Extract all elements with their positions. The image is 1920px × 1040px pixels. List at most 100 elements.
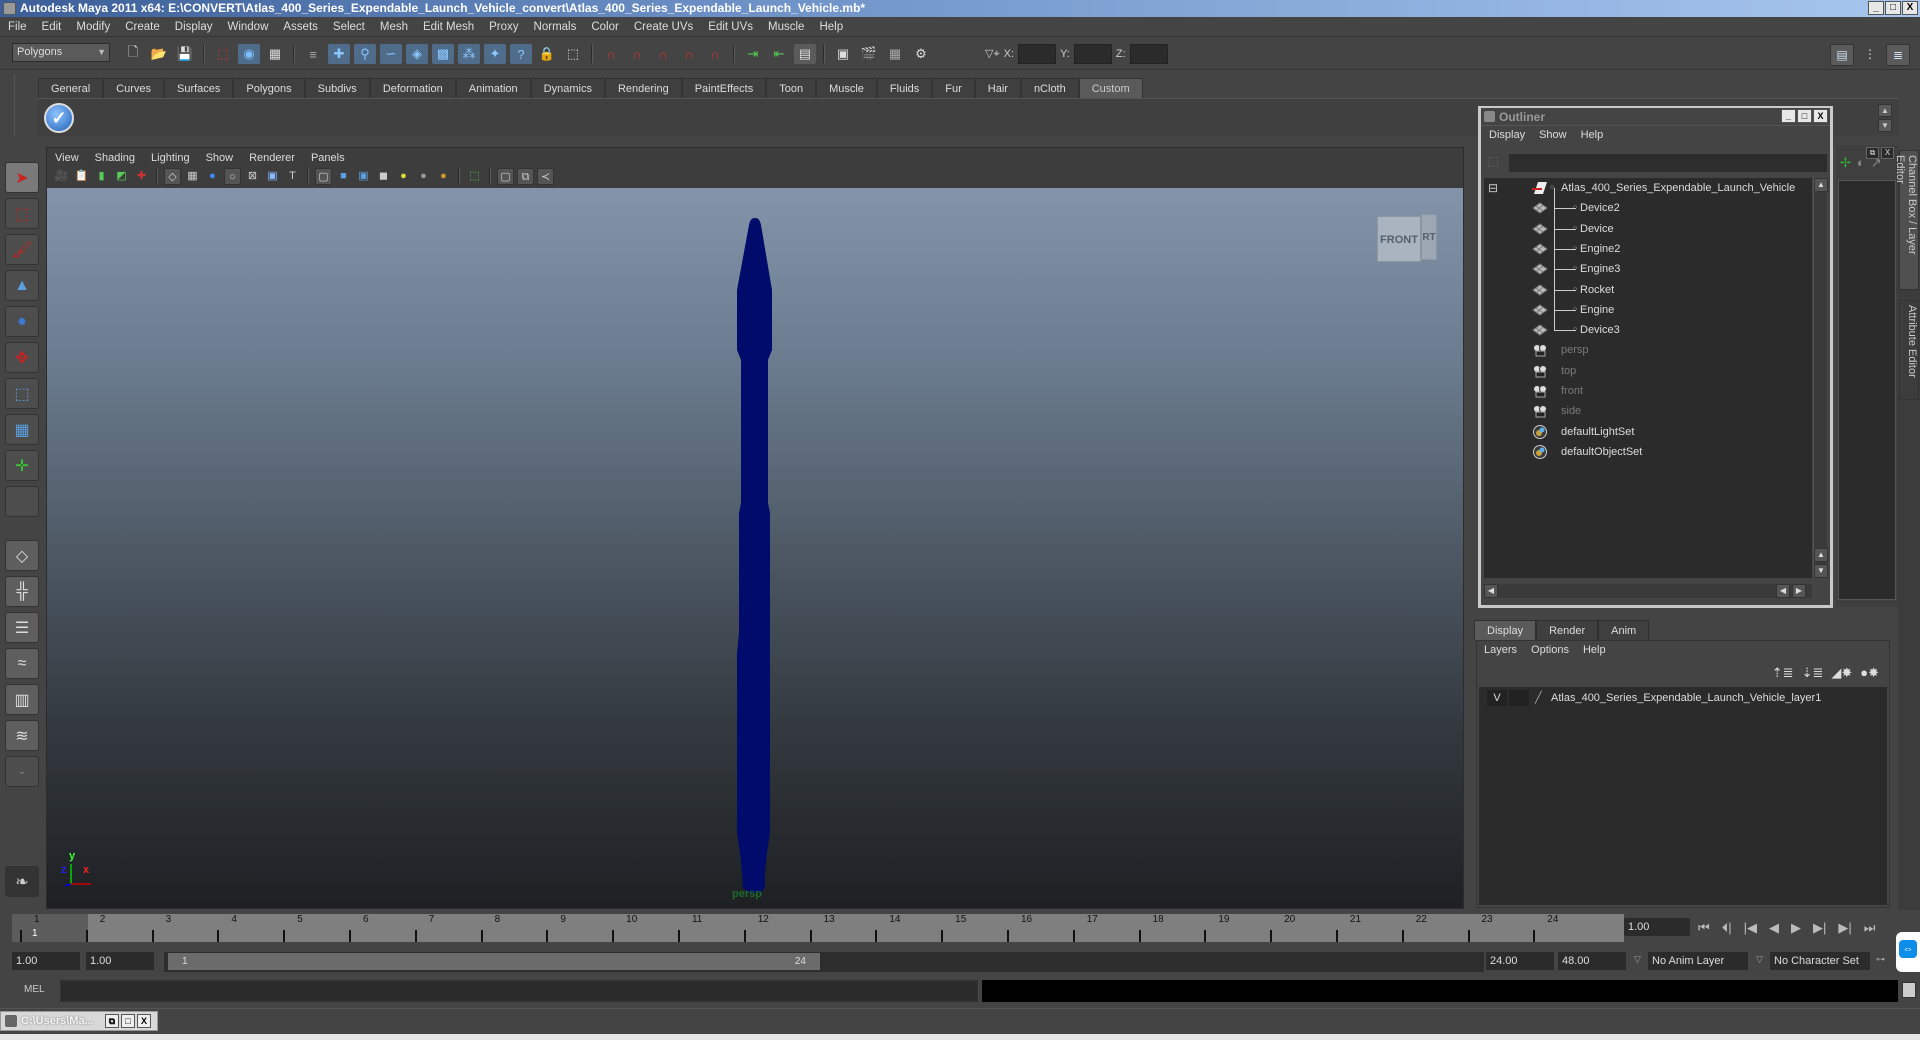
safe-title-icon[interactable]: T — [284, 168, 301, 185]
shelf-tab-dynamics[interactable]: Dynamics — [530, 78, 605, 98]
view-cube[interactable]: FRONT RT — [1377, 210, 1437, 266]
layer-menu-help[interactable]: Help — [1583, 641, 1606, 659]
outliner-item[interactable]: ○ Device — [1484, 208, 1804, 239]
menu-edit-mesh[interactable]: Edit Mesh — [423, 21, 474, 33]
select-misc-icon[interactable]: ? — [510, 44, 532, 64]
ipr-render-icon[interactable]: ▦ — [884, 44, 906, 64]
shelf-tab-polygons[interactable]: Polygons — [233, 78, 305, 98]
y-field[interactable] — [1073, 44, 1112, 64]
isolate-select-icon[interactable]: ⬚ — [466, 168, 483, 185]
layer-name[interactable]: Atlas_400_Series_Expendable_Launch_Vehic… — [1551, 689, 1821, 707]
scroll-left-icon[interactable]: ◀ — [1776, 584, 1790, 598]
shelf-tab-surfaces[interactable]: Surfaces — [163, 78, 234, 98]
chevron-down-icon[interactable]: ▽ — [1634, 954, 1641, 965]
bookmarks-icon[interactable]: ▮ — [93, 168, 110, 185]
select-joints-icon[interactable]: ⚲ — [354, 44, 376, 64]
script-language-label[interactable]: MEL — [24, 984, 45, 995]
persp-graph-layout-icon[interactable]: ≈ — [5, 648, 39, 679]
persp-outliner-graph-layout-icon[interactable]: ≋ — [5, 720, 39, 751]
shelf-tab-rendering[interactable]: Rendering — [604, 78, 682, 98]
menu-muscle[interactable]: Muscle — [768, 21, 804, 33]
shelf-tab-fur[interactable]: Fur — [932, 78, 975, 98]
lasso-tool-icon[interactable]: ⬚ — [5, 198, 39, 229]
use-all-lights-icon[interactable]: ● — [395, 168, 412, 185]
playback-start-field[interactable]: 1.00 — [86, 952, 154, 970]
anim-layer-dropdown[interactable]: No Anim Layer — [1648, 952, 1748, 970]
go-to-start-icon[interactable]: ⏮ — [1698, 920, 1710, 936]
outliner-item[interactable]: side — [1484, 401, 1804, 421]
input-ops-icon[interactable]: ⇥ — [742, 44, 764, 64]
3d-viewport[interactable]: FRONT RT y x z persp — [47, 188, 1463, 908]
select-by-hierarchy-icon[interactable]: ⬚ — [212, 44, 234, 64]
grid-toggle-icon[interactable]: ◇ — [164, 167, 181, 185]
play-backwards-icon[interactable]: ◀ — [1769, 920, 1779, 936]
new-scene-icon[interactable]: 🗋 — [122, 44, 144, 64]
outliner-minimize-button[interactable]: _ — [1781, 109, 1796, 123]
menu-edit[interactable]: Edit — [42, 21, 62, 33]
scale-tool-icon[interactable]: ✥ — [5, 342, 39, 373]
outliner-item[interactable]: ○ Engine — [1484, 289, 1804, 320]
menu-modify[interactable]: Modify — [76, 21, 110, 33]
scroll-down-icon[interactable]: ▼ — [1814, 564, 1828, 578]
x-field[interactable] — [1018, 44, 1057, 64]
range-slider-thumb[interactable]: 1 24 — [168, 953, 820, 970]
z-field[interactable] — [1129, 44, 1168, 64]
four-view-layout-icon[interactable]: ╬ — [5, 576, 39, 607]
outliner-item[interactable]: ⊟ ○ Atlas_400_Series_Expendable_Launch_Veh… — [1484, 178, 1804, 198]
new-empty-layer-icon[interactable]: ◢✸ — [1831, 665, 1852, 681]
filter-options-icon[interactable]: ⬚ — [1485, 154, 1501, 172]
scroll-up-icon[interactable]: ▲ — [1814, 548, 1828, 562]
checkmark-icon[interactable]: ✓ — [44, 103, 74, 133]
step-forward-key-icon[interactable]: ▶| — [1813, 920, 1826, 936]
layer-display-type-toggle[interactable] — [1509, 690, 1529, 706]
menu-select[interactable]: Select — [333, 21, 365, 33]
more-layouts-icon[interactable]: ⌄ — [5, 756, 39, 787]
snap-curve-icon[interactable]: ∩ — [626, 44, 648, 64]
camera-attributes-icon[interactable]: 📋 — [73, 168, 90, 185]
layer-color-swatch[interactable]: ╱ — [1535, 689, 1542, 707]
safe-action-icon[interactable]: ▣ — [264, 168, 281, 185]
layer-menu-options[interactable]: Options — [1531, 641, 1569, 659]
render-settings-icon[interactable]: ⚙ — [910, 44, 932, 64]
outliner-item[interactable]: ○ Engine3 — [1484, 249, 1804, 279]
minimize-button[interactable]: _ — [1868, 1, 1884, 15]
maximize-icon[interactable]: □ — [121, 1014, 135, 1028]
shelf-tab-custom[interactable]: Custom — [1078, 78, 1143, 98]
outliner-menu-help[interactable]: Help — [1581, 126, 1604, 144]
select-by-object-icon[interactable]: ◉ — [238, 44, 260, 64]
step-back-key-icon[interactable]: |◀ — [1744, 920, 1757, 936]
outliner-item[interactable]: defaultLightSet — [1484, 422, 1804, 442]
tab-channel-box-layer-editor[interactable]: Channel Box / Layer Editor — [1894, 150, 1919, 290]
view-cube-front[interactable]: FRONT — [1377, 216, 1421, 262]
select-deformations-icon[interactable]: ▩ — [432, 44, 454, 64]
hypershade-persp-layout-icon[interactable]: ▥ — [5, 684, 39, 715]
outliner-item[interactable]: persp — [1484, 340, 1804, 360]
maximize-button[interactable]: □ — [1885, 1, 1901, 15]
step-back-frame-icon[interactable]: ⏴| — [1722, 920, 1732, 936]
auto-key-icon[interactable]: ⊶ — [1876, 954, 1885, 965]
menu-help[interactable]: Help — [819, 21, 843, 33]
outliner-item[interactable]: ○ Device2 — [1484, 188, 1804, 218]
vp-menu-show[interactable]: Show — [206, 150, 234, 166]
snap-view-plane-icon[interactable]: ∩ — [678, 44, 700, 64]
textured-icon[interactable]: ◼ — [375, 168, 392, 185]
animation-start-field[interactable]: 1.00 — [12, 952, 80, 970]
view-cube-right[interactable]: RT — [1421, 214, 1437, 260]
menu-normals[interactable]: Normals — [534, 21, 577, 33]
single-perspective-layout-icon[interactable]: ◇ — [5, 540, 39, 571]
minimized-window-button[interactable]: C:\Users\Ma... ⧉ □ X — [0, 1011, 158, 1031]
outliner-item[interactable]: ○ Engine2 — [1484, 228, 1804, 259]
outliner-menu-display[interactable]: Display — [1489, 126, 1525, 144]
universal-manipulator-icon[interactable]: ⬚ — [5, 378, 39, 409]
menu-display[interactable]: Display — [175, 21, 213, 33]
move-tool-icon[interactable]: ▲ — [5, 270, 39, 301]
outliner-item[interactable]: top — [1484, 361, 1804, 381]
vp-menu-lighting[interactable]: Lighting — [151, 150, 190, 166]
menu-create-uvs[interactable]: Create UVs — [634, 21, 693, 33]
pointer-icon[interactable]: ↗ — [1871, 155, 1882, 171]
menu-set-dropdown[interactable]: Polygons ▼ — [12, 43, 110, 62]
step-forward-frame-icon[interactable]: ▶| — [1838, 920, 1851, 936]
chevron-down-icon[interactable]: ▽ — [1756, 954, 1763, 965]
outliner-filter-input[interactable] — [1509, 154, 1827, 172]
channel-box-toggle-icon[interactable]: ≣ — [1886, 44, 1910, 66]
